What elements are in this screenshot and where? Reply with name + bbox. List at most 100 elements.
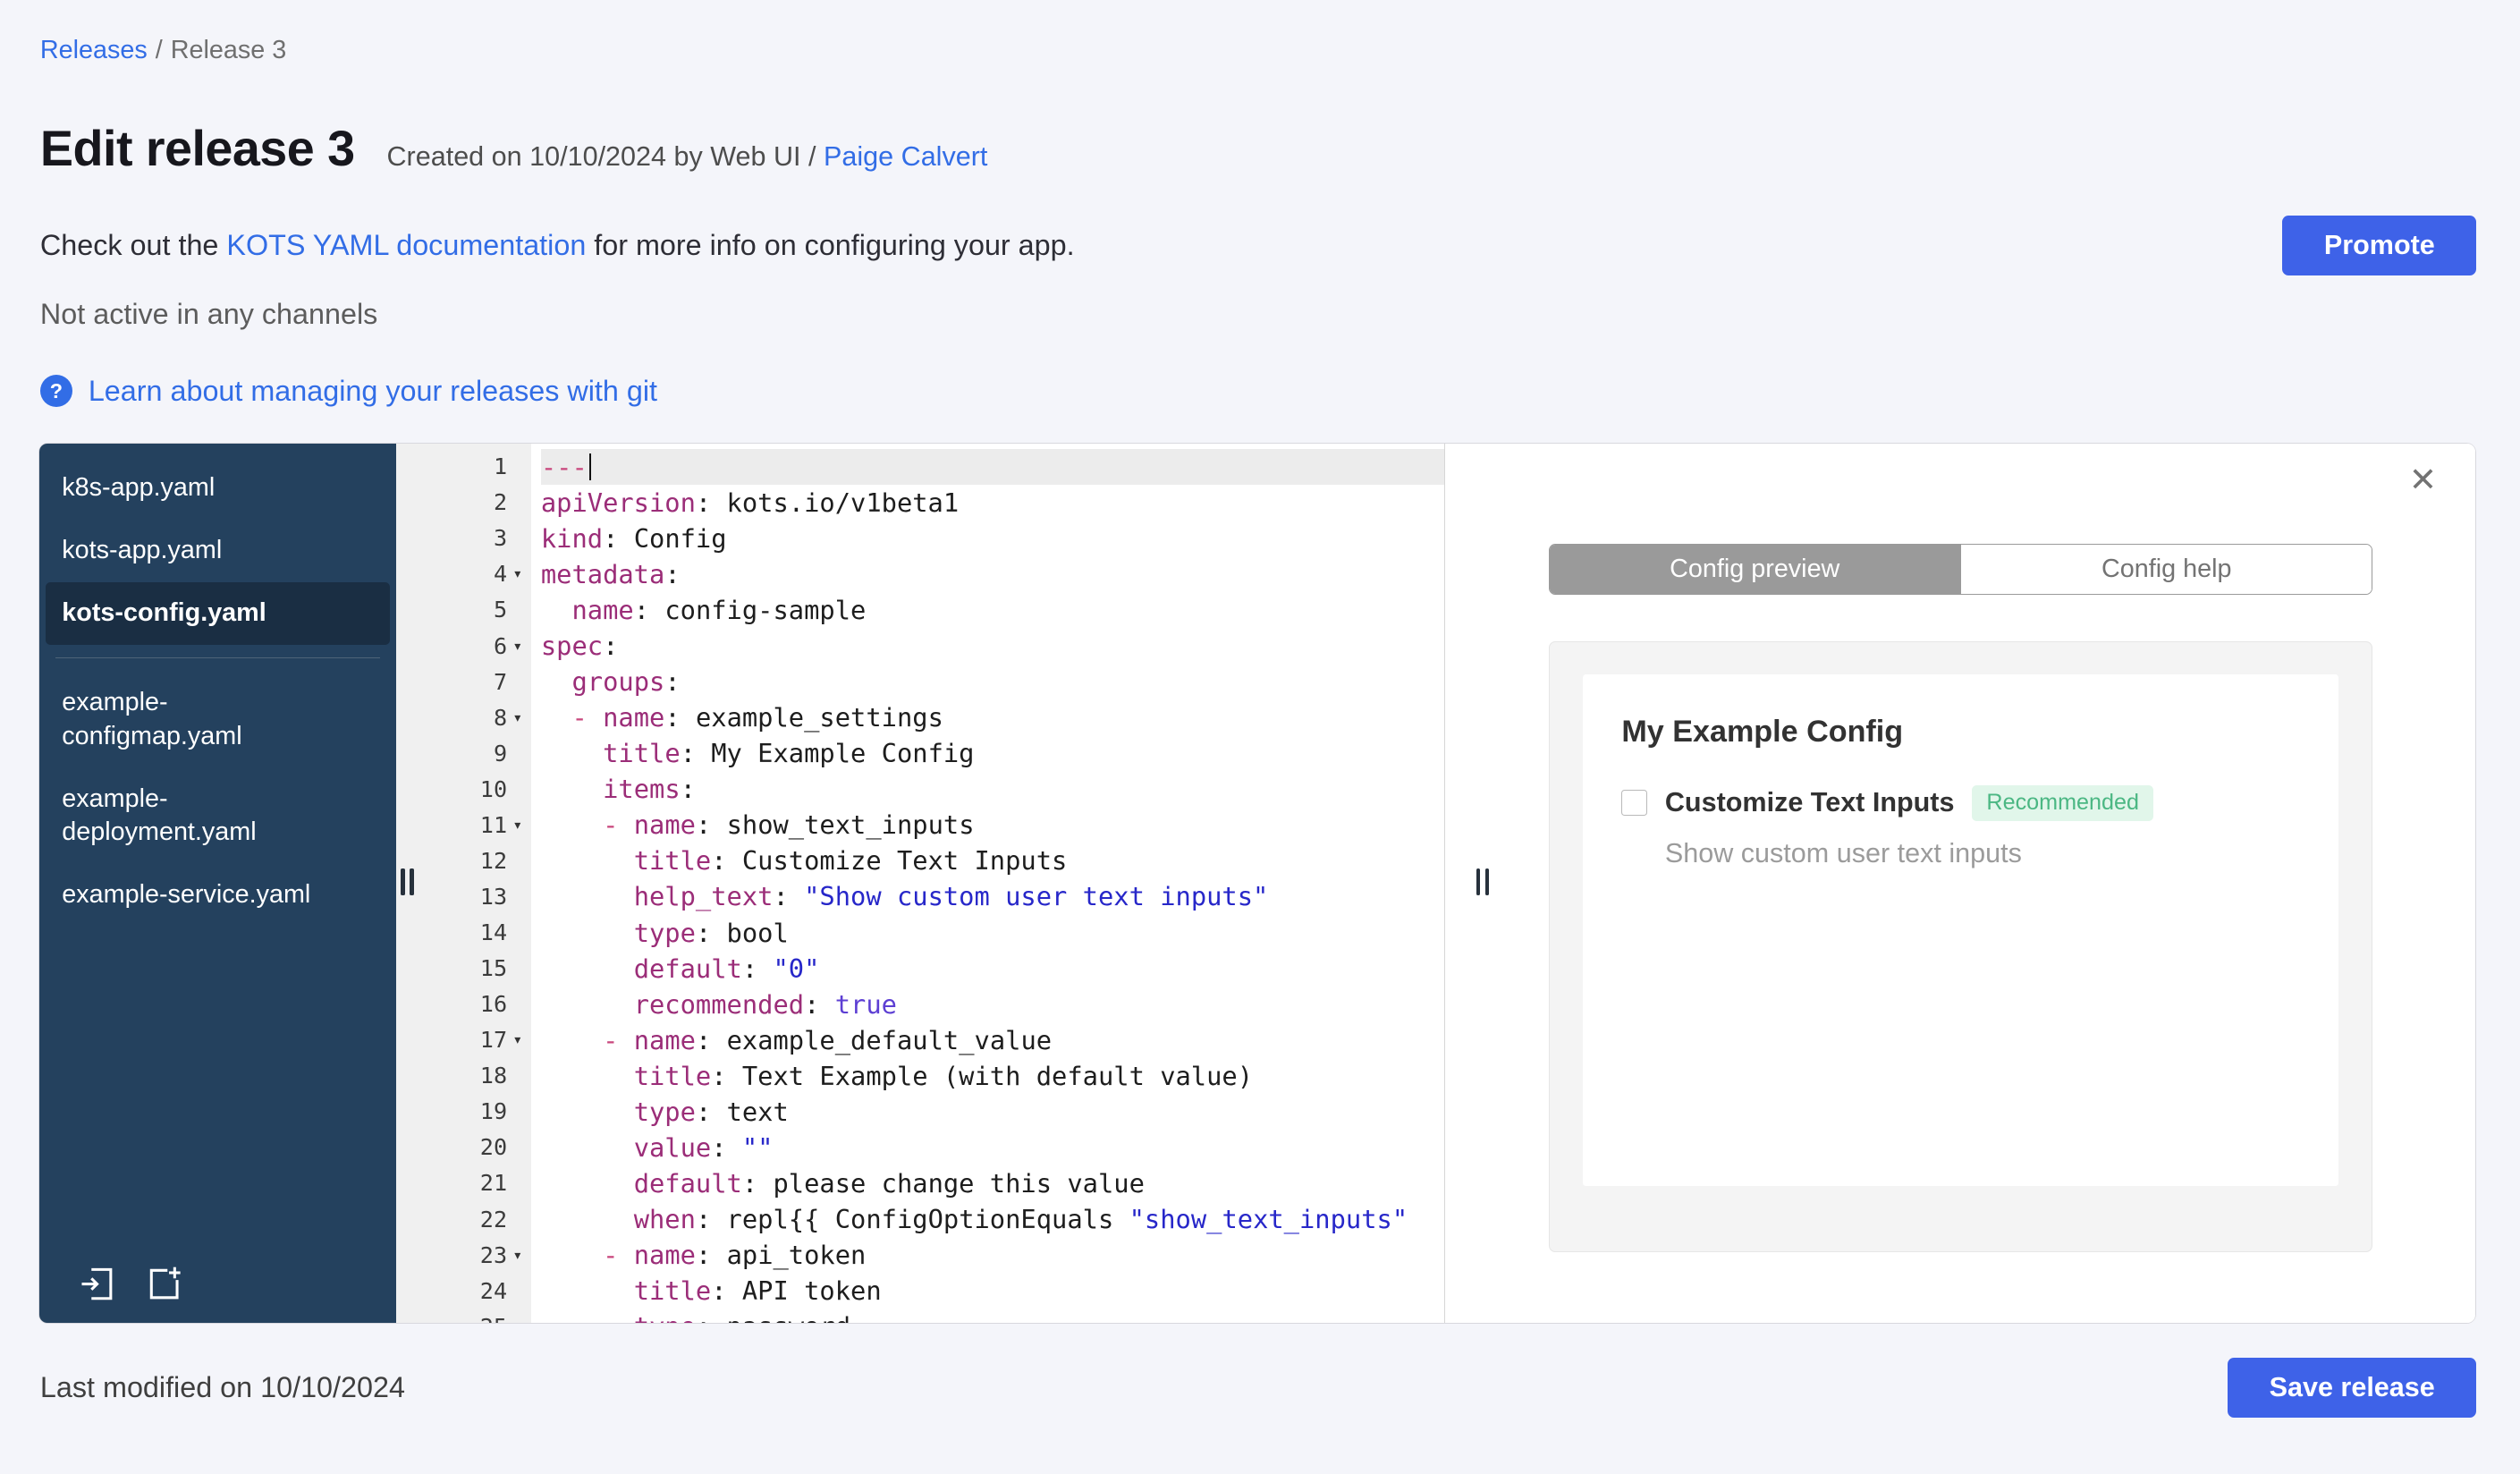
file-tree-item[interactable]: kots-app.yaml	[39, 520, 319, 582]
code-line[interactable]: items:	[541, 771, 1445, 807]
file-tree-item[interactable]: k8s-app.yaml	[39, 457, 319, 520]
close-icon[interactable]: ✕	[2409, 462, 2438, 497]
title-row: Edit release 3 Created on 10/10/2024 by …	[40, 120, 2520, 177]
code-line[interactable]: spec:	[541, 628, 1445, 664]
preview-resize-handle[interactable]	[1476, 868, 1490, 896]
line-number: 15	[479, 955, 508, 982]
code-line[interactable]: type: bool	[541, 915, 1445, 951]
code-line[interactable]: - name: example_default_value	[541, 1022, 1445, 1058]
upload-file-icon[interactable]	[78, 1265, 116, 1303]
breadcrumb-releases-link[interactable]: Releases	[40, 36, 148, 64]
code-line[interactable]: apiVersion: kots.io/v1beta1	[541, 485, 1445, 521]
line-number: 24	[479, 1277, 508, 1304]
code-line[interactable]: title: Text Example (with default value)	[541, 1058, 1445, 1094]
config-item-help-text: Show custom user text inputs	[1664, 838, 2022, 869]
code-line[interactable]: when: repl{{ ConfigOptionEquals "show_te…	[541, 1201, 1445, 1237]
save-release-button[interactable]: Save release	[2227, 1357, 2477, 1419]
code-line[interactable]: title: My Example Config	[541, 735, 1445, 771]
config-checkbox[interactable]	[1621, 790, 1648, 816]
gutter-line: 2▾	[396, 485, 531, 521]
file-tree-divider	[55, 657, 381, 658]
breadcrumb: Releases / Release 3	[40, 36, 2520, 65]
line-number: 20	[479, 1134, 508, 1161]
line-number: 25	[480, 1314, 507, 1323]
code-line[interactable]: default: "0"	[541, 951, 1445, 987]
file-tree-item[interactable]: example-service.yaml	[39, 864, 319, 927]
code-line[interactable]: groups:	[541, 664, 1445, 699]
line-number: 5	[493, 597, 508, 623]
created-text: Created on 10/10/2024 by Web UI /	[386, 140, 816, 172]
new-file-icon[interactable]	[146, 1265, 184, 1303]
gutter-line: 23 ▾	[396, 1237, 531, 1273]
git-help-row: ? Learn about managing your releases wit…	[39, 375, 2520, 408]
gutter-line: 21▾	[396, 1165, 531, 1201]
yaml-editor[interactable]: 1▾2▾3▾4▾5▾6▾7▾8▾9▾10▾11▾12▾13▾14▾15▾16▾1…	[396, 444, 1446, 1324]
breadcrumb-current: Release 3	[170, 35, 287, 64]
help-question-icon: ?	[39, 375, 72, 408]
gutter-line: 7▾	[396, 664, 531, 699]
author-link[interactable]: Paige Calvert	[824, 141, 987, 172]
code-line[interactable]: title: Customize Text Inputs	[541, 843, 1445, 878]
line-number: 1	[493, 453, 508, 480]
fold-toggle-icon[interactable]: ▾	[507, 564, 528, 583]
promote-button[interactable]: Promote	[2282, 215, 2477, 276]
code-line[interactable]: type: text	[541, 1094, 1445, 1130]
code-line[interactable]: help_text: "Show custom user text inputs…	[541, 878, 1445, 914]
gutter-line: 19▾	[396, 1094, 531, 1130]
line-number: 3	[493, 525, 508, 552]
line-number: 9	[493, 740, 508, 767]
config-group-title: My Example Config	[1621, 715, 1904, 750]
git-releases-link[interactable]: Learn about managing your releases with …	[89, 375, 657, 408]
gutter-line: 15▾	[396, 951, 531, 987]
config-preview-surface: My Example Config Customize Text Inputs …	[1548, 641, 2373, 1253]
fold-toggle-icon[interactable]: ▾	[507, 816, 528, 834]
tab-config-preview[interactable]: Config preview	[1549, 544, 1960, 595]
editor-gutter: 1▾2▾3▾4▾5▾6▾7▾8▾9▾10▾11▾12▾13▾14▾15▾16▾1…	[396, 444, 532, 1324]
fold-toggle-icon[interactable]: ▾	[507, 637, 528, 656]
gutter-line: 4 ▾	[396, 556, 531, 592]
kots-yaml-docs-link[interactable]: KOTS YAML documentation	[226, 229, 586, 261]
preview-tabs: Config preview Config help	[1548, 543, 2373, 596]
code-line[interactable]: - name: show_text_inputs	[541, 807, 1445, 843]
code-line[interactable]: title: API token	[541, 1273, 1445, 1309]
fold-toggle-icon[interactable]: ▾	[507, 1030, 528, 1049]
fold-toggle-icon[interactable]: ▾	[507, 1246, 528, 1265]
code-line[interactable]: value: ""	[541, 1130, 1445, 1165]
gutter-line: 24▾	[396, 1273, 531, 1309]
editor-code[interactable]: --- apiVersion: kots.io/v1beta1 kind: Conf…	[531, 444, 1445, 1323]
code-line[interactable]: kind: Config	[541, 521, 1445, 556]
gutter-line: 5▾	[396, 592, 531, 628]
gutter-line: 16▾	[396, 987, 531, 1022]
gutter-line: 14▾	[396, 915, 531, 951]
code-line[interactable]: - name: example_settings	[541, 699, 1445, 735]
line-number: 4	[493, 561, 508, 588]
code-line[interactable]: ---	[540, 448, 1445, 485]
line-number: 7	[493, 668, 508, 695]
code-line[interactable]: recommended: true	[541, 987, 1445, 1022]
code-line[interactable]: name: config-sample	[541, 592, 1445, 628]
gutter-line: 6 ▾	[396, 628, 531, 664]
gutter-line: 9▾	[396, 735, 531, 771]
line-number: 13	[479, 883, 508, 910]
gutter-line: 12▾	[396, 843, 531, 878]
sidebar-resize-handle[interactable]	[401, 868, 414, 896]
release-editor-page: Releases / Release 3 Edit release 3 Create…	[0, 0, 2520, 1474]
recommended-badge: Recommended	[1972, 784, 2154, 821]
tab-config-help[interactable]: Config help	[1959, 544, 2372, 595]
gutter-line: 22▾	[396, 1201, 531, 1237]
file-tree-item-selected[interactable]: kots-config.yaml	[46, 581, 390, 645]
code-line[interactable]: type: password	[541, 1309, 1445, 1323]
file-tree-item[interactable]: example-configmap.yaml	[39, 672, 319, 768]
line-number: 14	[479, 919, 508, 946]
code-line[interactable]: - name: api_token	[541, 1237, 1445, 1273]
page-title: Edit release 3	[39, 120, 355, 176]
release-editor-container: k8s-app.yaml kots-app.yaml kots-config.y…	[38, 443, 2477, 1325]
breadcrumb-separator: /	[155, 35, 163, 64]
fold-toggle-icon[interactable]: ▾	[507, 708, 528, 727]
code-line[interactable]: metadata:	[541, 556, 1445, 592]
file-tree-item[interactable]: example-deployment.yaml	[39, 767, 319, 864]
config-preview-panel: ✕ Config preview Config help My Example …	[1445, 444, 2476, 1324]
code-line[interactable]: default: please change this value	[541, 1165, 1445, 1201]
line-number: 23	[479, 1241, 508, 1268]
gutter-line: 1▾	[396, 449, 531, 485]
